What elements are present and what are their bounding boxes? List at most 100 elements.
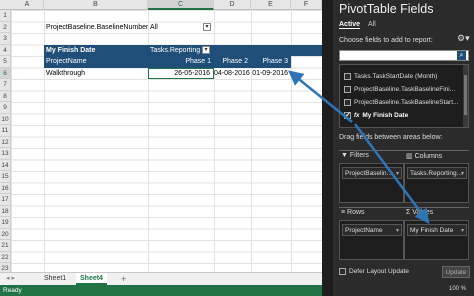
update-button[interactable]: Update: [442, 266, 470, 278]
row-header[interactable]: 17: [0, 194, 11, 206]
filter-label-cell[interactable]: ProjectBaseline.BaselineNumber: [46, 22, 148, 34]
field-checkbox[interactable]: [344, 98, 351, 106]
value-cell-phase-2[interactable]: 04-08-2016: [214, 68, 251, 80]
row-header[interactable]: 21: [0, 240, 11, 252]
field-label: Tasks.TaskStartDate (Month): [354, 73, 438, 80]
field-item[interactable]: Tasks.TaskStartDate (Month): [344, 71, 437, 83]
sheet-tab-bar: ◂ ▸ Sheet1 Sheet4 +: [0, 272, 322, 285]
sheet-tab-sheet1[interactable]: Sheet1: [40, 273, 70, 285]
defer-checkbox[interactable]: [339, 268, 346, 275]
row-header[interactable]: 9: [0, 102, 11, 114]
columns-drop-zone[interactable]: Tasks.Reporting... ▾: [404, 163, 469, 203]
rows-field-pill[interactable]: ProjectName ▾: [342, 224, 402, 236]
tab-scroll-icon[interactable]: ◂ ▸: [2, 273, 19, 285]
field-checkbox[interactable]: [344, 72, 351, 80]
pivot-fields-pane: PivotTable Fields Active All Choose fiel…: [333, 0, 474, 296]
columns-area: ▥ Columns Tasks.Reporting... ▾: [404, 150, 469, 203]
row-header[interactable]: 18: [0, 205, 11, 217]
chevron-down-icon[interactable]: ▾: [461, 168, 464, 178]
sheet-tab-sheet4[interactable]: Sheet4: [76, 273, 107, 285]
column-header-b[interactable]: B: [44, 0, 148, 10]
field-checkbox-checked[interactable]: [344, 110, 351, 122]
column-header-a[interactable]: A: [11, 0, 44, 10]
pivot-values-header[interactable]: My Finish Date: [44, 44, 148, 56]
filter-dropdown-icon[interactable]: ▾: [203, 23, 211, 31]
columns-area-title: ▥ Columns: [406, 152, 442, 160]
row-header[interactable]: 13: [0, 148, 11, 160]
defer-label: Defer Layout Update: [349, 268, 409, 276]
drag-fields-label: Drag fields between areas below:: [339, 134, 443, 141]
row-header[interactable]: 5: [0, 56, 11, 68]
filters-title-text: Filters: [349, 152, 369, 159]
status-bar: Ready: [0, 285, 322, 296]
rows-area: ≡ Rows ProjectName ▾: [339, 207, 404, 260]
chevron-down-icon[interactable]: ▾: [396, 225, 399, 235]
column-filter-dropdown-icon[interactable]: ▾: [202, 46, 210, 54]
rows-drop-zone[interactable]: ProjectName ▾: [339, 220, 404, 260]
add-sheet-icon[interactable]: +: [117, 273, 130, 285]
filters-area-title: ▼ Filters: [341, 152, 369, 159]
row-label-cell[interactable]: Walkthrough: [46, 68, 146, 80]
column-header-f[interactable]: F: [291, 0, 322, 10]
columns-icon: ▥: [406, 153, 415, 160]
zoom-level[interactable]: 100 %: [449, 286, 466, 292]
row-headers: 1 2 3 4 5 6 7 8 9 10 11 12 13 14 15 16 17 18 19 20 21 22 23: [0, 10, 11, 275]
field-search-input[interactable]: ⌕: [339, 50, 469, 61]
pill-label: ProjectBaselin...: [345, 170, 392, 177]
value-cell-phase-3[interactable]: 01-09-2016: [251, 68, 291, 80]
row-header[interactable]: 10: [0, 113, 11, 125]
field-item-my-finish-date[interactable]: fxMy Finish Date: [344, 110, 408, 122]
phase-1-header[interactable]: Phase 1: [148, 56, 214, 68]
choose-fields-label: Choose fields to add to report:: [339, 37, 433, 44]
field-list-scrollbar[interactable]: [463, 65, 468, 127]
pill-label: Tasks.Reporting...: [410, 170, 463, 177]
scrollbar-thumb[interactable]: [464, 75, 467, 115]
gear-icon[interactable]: ⚙▾: [457, 33, 470, 44]
search-icon[interactable]: ⌕: [457, 51, 466, 60]
active-cell-phase-1[interactable]: 26-05-2016: [148, 67, 214, 79]
values-field-pill[interactable]: My Finish Date ▾: [407, 224, 467, 236]
column-header-d[interactable]: D: [214, 0, 251, 10]
field-item[interactable]: ProjectBaseline.TaskBaselineStart...: [344, 97, 458, 109]
column-header-e[interactable]: E: [251, 0, 291, 10]
filter-value-cell[interactable]: All: [150, 22, 190, 34]
row-header[interactable]: 11: [0, 125, 11, 137]
row-header[interactable]: 3: [0, 33, 11, 45]
chevron-down-icon[interactable]: ▾: [396, 168, 399, 178]
pane-divider[interactable]: [322, 0, 333, 296]
row-header[interactable]: 20: [0, 228, 11, 240]
field-label: My Finish Date: [362, 112, 409, 119]
phase-3-header[interactable]: Phase 3: [251, 56, 291, 68]
tab-active[interactable]: Active: [339, 21, 361, 29]
row-header[interactable]: 4: [0, 44, 11, 56]
pivot-column-field[interactable]: Tasks.Reporting: [148, 44, 322, 56]
row-header[interactable]: 15: [0, 171, 11, 183]
pill-label: My Finish Date: [410, 227, 454, 234]
column-field-label: Tasks.Reporting: [150, 46, 201, 54]
field-checkbox[interactable]: [344, 85, 351, 93]
row-header[interactable]: 6: [0, 67, 11, 79]
row-header[interactable]: 2: [0, 21, 11, 33]
row-header[interactable]: 19: [0, 217, 11, 229]
status-text: Ready: [3, 287, 22, 294]
rows-area-title: ≡ Rows: [341, 209, 365, 216]
field-item[interactable]: ProjectBaseline.TaskBaselineFini...: [344, 84, 455, 96]
tab-all[interactable]: All: [368, 21, 376, 28]
row-header[interactable]: 22: [0, 251, 11, 263]
column-headers: A B C D E F: [0, 0, 322, 10]
filters-field-pill[interactable]: ProjectBaselin... ▾: [342, 167, 402, 179]
defer-layout-option[interactable]: Defer Layout Update: [339, 268, 409, 275]
row-header[interactable]: 8: [0, 90, 11, 102]
row-header[interactable]: 14: [0, 159, 11, 171]
row-header-cell[interactable]: ProjectName: [44, 56, 148, 68]
row-header[interactable]: 1: [0, 10, 11, 22]
phase-2-header[interactable]: Phase 2: [214, 56, 251, 68]
columns-field-pill[interactable]: Tasks.Reporting... ▾: [407, 167, 467, 179]
row-header[interactable]: 16: [0, 182, 11, 194]
chevron-down-icon[interactable]: ▾: [461, 225, 464, 235]
row-header[interactable]: 7: [0, 79, 11, 91]
row-header[interactable]: 12: [0, 136, 11, 148]
filters-drop-zone[interactable]: ProjectBaselin... ▾: [339, 163, 404, 203]
values-drop-zone[interactable]: My Finish Date ▾: [404, 220, 469, 260]
column-header-c[interactable]: C: [148, 0, 214, 10]
